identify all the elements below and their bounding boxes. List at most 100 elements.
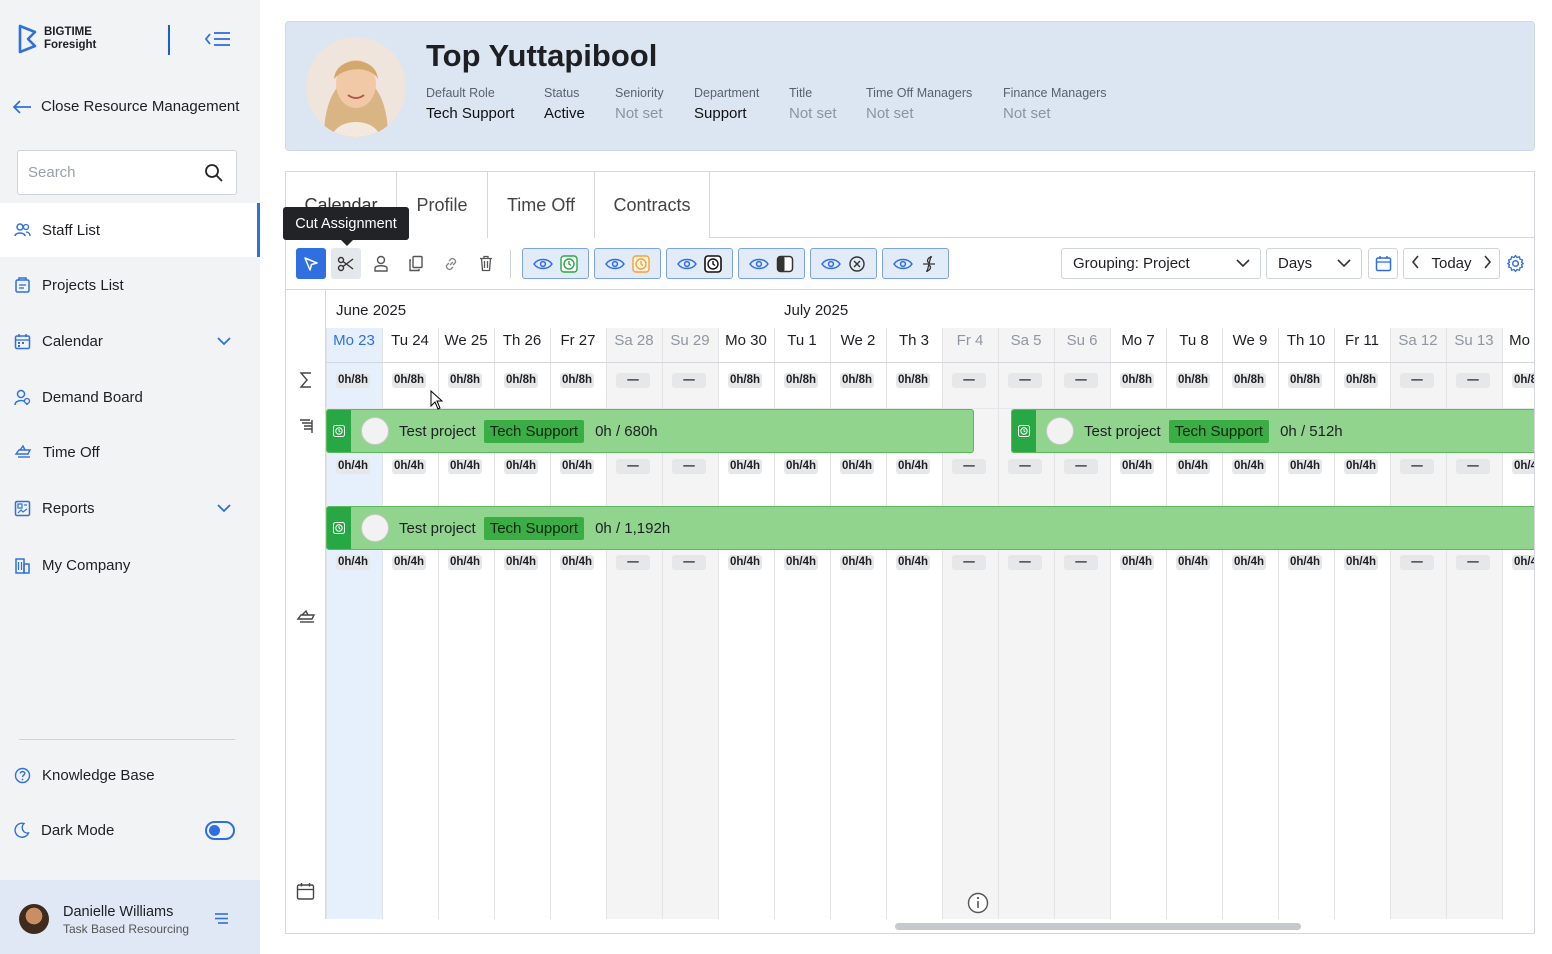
today-button[interactable]: Today: [1431, 255, 1471, 272]
copy-button[interactable]: [401, 248, 431, 279]
tab-label: Profile: [416, 194, 468, 215]
chevron-down-icon[interactable]: [217, 503, 231, 513]
field-finance-managers: Finance Managers Not set: [1003, 86, 1107, 122]
avatar[interactable]: [19, 904, 49, 934]
hamburger-menu-icon[interactable]: [213, 912, 229, 925]
assignment-bar[interactable]: Test project Tech Support 0h / 512h: [1011, 409, 1534, 453]
tab-label: Time Off: [506, 194, 575, 215]
sidebar-item-calendar[interactable]: Calendar: [0, 314, 260, 368]
search-input[interactable]: [18, 151, 188, 194]
search-icon[interactable]: [204, 163, 224, 183]
field-value: Support: [694, 105, 747, 122]
settings-button[interactable]: [1506, 254, 1525, 278]
field-value: Not set: [1003, 105, 1051, 122]
assignment-hours: 0h/4h: [784, 459, 818, 474]
assignment-hours: 0h/4h: [1176, 459, 1210, 474]
tab-profile[interactable]: Profile: [397, 172, 488, 238]
field-label: Default Role: [426, 86, 495, 100]
assignment-bar[interactable]: Test project Tech Support 0h / 1,192h: [326, 506, 1534, 550]
eye-icon: [820, 258, 841, 269]
calendar-row-icon[interactable]: [296, 882, 315, 901]
tab-time-off[interactable]: Time Off: [488, 172, 595, 238]
sidebar-item-staff-list[interactable]: Staff List: [0, 203, 260, 257]
capacity-summary: 0h/8h: [1232, 373, 1266, 388]
project-name: Test project: [399, 519, 476, 537]
cancel-circle-icon: [849, 255, 865, 272]
scale-select[interactable]: Days: [1266, 248, 1362, 279]
capacity-summary: —: [1400, 373, 1434, 388]
logo-divider: [168, 25, 170, 55]
select-tool-button[interactable]: [296, 248, 326, 279]
logo-line2: Foresight: [44, 39, 97, 51]
project-group-icon[interactable]: [298, 417, 316, 435]
time-off-row-icon: [296, 609, 316, 623]
delete-button[interactable]: [471, 248, 501, 279]
assignment-hours: 0h/4h: [896, 459, 930, 474]
sidebar-item-reports[interactable]: Reports: [0, 481, 260, 535]
assignment-hours: —: [1400, 555, 1434, 570]
assignment-hours: —: [1456, 555, 1490, 570]
role-badge: Tech Support: [1168, 419, 1270, 443]
assignment-bar[interactable]: Test project Tech Support 0h / 680h: [326, 409, 974, 453]
cut-assignment-button[interactable]: [331, 248, 361, 279]
day-header: Fr 27: [560, 332, 596, 349]
field-label: Time Off Managers: [866, 86, 973, 100]
assignment-hours: 0h/4h: [1344, 459, 1378, 474]
time-off-icon: [14, 444, 32, 458]
green-clock-icon: [560, 254, 578, 273]
tab-contracts[interactable]: Contracts: [595, 172, 710, 238]
assignment-hours: —: [1008, 459, 1042, 474]
filter-toggle-split[interactable]: [738, 248, 805, 279]
filter-toggle-cancelled[interactable]: [810, 248, 877, 279]
sidebar-item-label: Calendar: [42, 332, 103, 350]
assignment-hours: 0h/4h: [840, 555, 874, 570]
assignment-hours: 0h/4h: [336, 459, 370, 474]
filter-toggle-strike[interactable]: [882, 248, 949, 279]
logo-line1: BIGTIME: [44, 26, 92, 38]
day-header: Fr 11: [1345, 332, 1379, 349]
field-seniority: Seniority Not set: [615, 86, 664, 122]
sidebar-item-demand-board[interactable]: Demand Board: [0, 370, 260, 424]
dark-mode-row: Dark Mode: [0, 803, 260, 857]
prev-button[interactable]: [1411, 254, 1420, 273]
assignment-hours-total: 0h / 1,192h: [595, 519, 671, 537]
horizontal-scrollbar[interactable]: [895, 923, 1301, 930]
assignment-hours: —: [952, 459, 986, 474]
sidebar-item-time-off[interactable]: Time Off: [0, 425, 260, 479]
field-label: Seniority: [615, 86, 664, 100]
filter-toggle-pending[interactable]: [594, 248, 661, 279]
grouping-select[interactable]: Grouping: Project: [1061, 248, 1261, 279]
sidebar-item-label: Time Off: [43, 443, 100, 461]
close-resource-management-link[interactable]: Close Resource Management: [12, 98, 239, 115]
eye-icon: [892, 258, 913, 269]
date-picker-button[interactable]: [1368, 248, 1398, 279]
field-value: Not set: [866, 105, 914, 122]
logo[interactable]: BIGTIME Foresight: [18, 24, 96, 54]
knowledge-base-label: Knowledge Base: [42, 766, 155, 784]
back-label: Close Resource Management: [41, 98, 240, 115]
sidebar-item-my-company[interactable]: My Company: [0, 538, 260, 592]
knowledge-base-link[interactable]: Knowledge Base: [0, 748, 260, 802]
assign-person-button[interactable]: [366, 248, 396, 279]
dark-mode-label: Dark Mode: [41, 821, 115, 839]
filter-toggle-clock[interactable]: [522, 248, 589, 279]
assignment-hours: 0h/4h: [728, 555, 762, 570]
day-header: Mo 7: [1121, 332, 1155, 349]
search-box: [17, 150, 237, 195]
sidebar-item-projects-list[interactable]: Projects List: [0, 258, 260, 312]
link-button[interactable]: [436, 248, 466, 279]
assignment-hours: 0h/4h: [896, 555, 930, 570]
next-button[interactable]: [1483, 254, 1492, 273]
assignment-hours: 0h/4h: [448, 459, 482, 474]
reports-icon: [14, 500, 31, 516]
chevron-down-icon[interactable]: [217, 336, 231, 346]
assignment-hours: 0h/4h: [1232, 459, 1266, 474]
half-block-icon: [777, 255, 794, 272]
dark-mode-toggle[interactable]: [205, 820, 235, 840]
info-icon[interactable]: [967, 892, 989, 914]
collapse-sidebar-button[interactable]: [203, 28, 233, 50]
staff-avatar: [306, 37, 406, 137]
filter-toggle-timer[interactable]: [666, 248, 733, 279]
field-status: Status Active: [544, 86, 585, 122]
eye-icon: [604, 258, 625, 269]
